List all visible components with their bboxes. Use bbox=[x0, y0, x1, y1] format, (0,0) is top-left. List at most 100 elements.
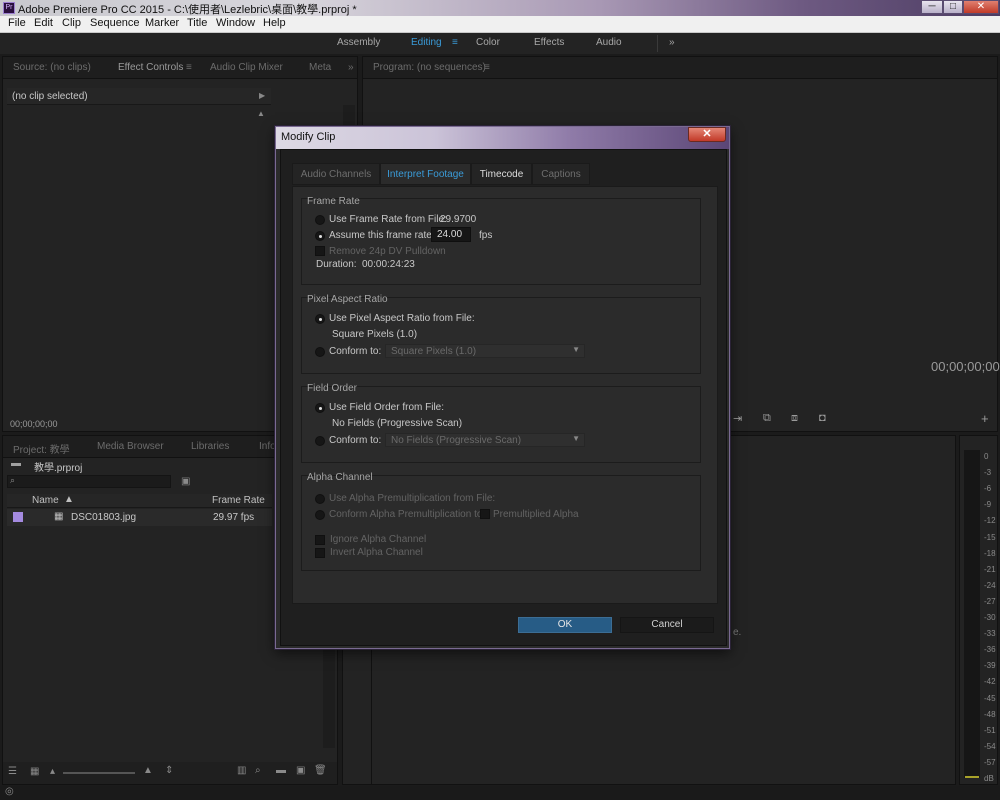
project-search-input[interactable]: ⌕ bbox=[7, 475, 171, 488]
minimize-button[interactable]: ─ bbox=[921, 0, 943, 14]
menu-file[interactable]: File bbox=[8, 17, 26, 29]
tab-audio-channels[interactable]: Audio Channels bbox=[292, 163, 380, 185]
tab-audio-clip-mixer[interactable]: Audio Clip Mixer bbox=[210, 62, 283, 73]
effect-controls-timecode: 00;00;00;00 bbox=[10, 419, 58, 429]
workspace-audio[interactable]: Audio bbox=[596, 37, 622, 48]
zoom-in-icon[interactable]: ▲ bbox=[143, 765, 153, 776]
audio-meter-tick: -33 bbox=[984, 629, 996, 639]
conform-par-label: Conform to: bbox=[329, 346, 382, 357]
effect-controls-menu-icon[interactable]: ≡ bbox=[186, 62, 192, 73]
ignore-alpha-checkbox[interactable] bbox=[315, 535, 325, 545]
tab-project[interactable]: Project: 教學 bbox=[13, 441, 70, 456]
new-bin-footer-icon[interactable]: ▬ bbox=[276, 765, 286, 776]
list-view-icon[interactable]: ☰ bbox=[8, 766, 17, 777]
audio-meter-tick: -36 bbox=[984, 645, 996, 655]
audio-meter-panel: 0 -3 -6 -9 -12 -15 -18 -21 -24 -27 -30 -33 -36 -39 -42… bbox=[959, 435, 998, 785]
interpret-footage-panel: Frame Rate Use Frame Rate from File: 29.… bbox=[292, 186, 718, 604]
extract-icon[interactable]: ⧈ bbox=[791, 412, 798, 425]
use-par-from-file-radio[interactable] bbox=[315, 314, 325, 324]
clear-trash-icon[interactable]: 🗑 bbox=[314, 765, 327, 776]
tab-interpret-footage[interactable]: Interpret Footage bbox=[380, 163, 471, 185]
audio-meter-tick: -57 bbox=[984, 757, 996, 767]
no-clip-label: (no clip selected) bbox=[12, 91, 88, 102]
use-field-order-from-file-radio[interactable] bbox=[315, 403, 325, 413]
conform-alpha-premult-radio[interactable] bbox=[315, 510, 325, 520]
menu-window[interactable]: Window bbox=[216, 17, 255, 29]
program-menu-icon[interactable]: ≡ bbox=[484, 62, 490, 73]
audio-meter-tick: -42 bbox=[984, 677, 996, 687]
tab-timecode[interactable]: Timecode bbox=[471, 163, 532, 185]
new-item-icon[interactable]: ▣ bbox=[296, 765, 305, 776]
audio-meter-tick: -30 bbox=[984, 613, 996, 622]
workspace-effects[interactable]: Effects bbox=[534, 37, 564, 48]
remove-pulldown-checkbox[interactable] bbox=[315, 246, 325, 256]
workspace-assembly[interactable]: Assembly bbox=[337, 37, 380, 48]
maximize-button[interactable]: □ bbox=[943, 0, 963, 14]
menu-bar: File Edit Clip Sequence Marker Title Win… bbox=[0, 16, 1000, 33]
workspace-overflow-icon[interactable]: » bbox=[669, 37, 675, 48]
sort-icons-icon[interactable]: ⇕ bbox=[165, 765, 173, 776]
lift-icon[interactable]: ⧉ bbox=[763, 412, 771, 425]
audio-meter-tick: -39 bbox=[984, 661, 996, 671]
frame-rate-input[interactable]: 24.00 bbox=[431, 227, 471, 242]
find-icon[interactable]: ⌕ bbox=[255, 765, 261, 776]
tab-info[interactable]: Info bbox=[259, 441, 276, 452]
tab-captions[interactable]: Captions bbox=[532, 163, 590, 185]
assume-frame-rate-radio[interactable] bbox=[315, 231, 325, 241]
use-alpha-premult-radio[interactable] bbox=[315, 494, 325, 504]
conform-field-order-dropdown[interactable]: No Fields (Progressive Scan) ▼ bbox=[385, 433, 585, 447]
column-name[interactable]: Name bbox=[32, 495, 59, 506]
invert-alpha-checkbox[interactable] bbox=[315, 548, 325, 558]
audio-meter-tick: -54 bbox=[984, 741, 996, 751]
menu-sequence[interactable]: Sequence bbox=[90, 17, 140, 29]
window-title: Adobe Premiere Pro CC 2015 - C:\使用者\Lezl… bbox=[18, 4, 357, 16]
conform-field-order-radio[interactable] bbox=[315, 436, 325, 446]
export-frame-camera-icon[interactable]: ◘ bbox=[819, 412, 826, 424]
cancel-button[interactable]: Cancel bbox=[620, 617, 714, 633]
menu-marker[interactable]: Marker bbox=[145, 17, 179, 29]
search-icon: ⌕ bbox=[10, 475, 16, 485]
file-par-value: Square Pixels (1.0) bbox=[332, 329, 418, 340]
project-item-row[interactable]: ▦ DSC01803.jpg 29.97 fps bbox=[7, 509, 272, 526]
scroll-up-icon[interactable]: ▲ bbox=[257, 109, 265, 118]
workspace-color[interactable]: Color bbox=[476, 37, 500, 48]
image-file-icon: ▦ bbox=[54, 511, 64, 522]
use-frame-rate-from-file-radio[interactable] bbox=[315, 215, 325, 225]
column-frame-rate[interactable]: Frame Rate bbox=[212, 495, 265, 506]
new-bin-icon[interactable]: ▣ bbox=[181, 476, 190, 487]
tab-media-browser[interactable]: Media Browser bbox=[97, 441, 164, 452]
workspace-editing[interactable]: Editing bbox=[411, 37, 442, 48]
label-color-swatch[interactable] bbox=[13, 512, 23, 522]
chevron-down-icon: ▼ bbox=[572, 345, 580, 354]
tab-program[interactable]: Program: (no sequences) bbox=[373, 62, 486, 73]
conform-par-radio[interactable] bbox=[315, 347, 325, 357]
zoom-out-icon[interactable]: ▴ bbox=[50, 766, 55, 777]
tab-metadata[interactable]: Meta bbox=[309, 62, 331, 73]
menu-help[interactable]: Help bbox=[263, 17, 286, 29]
automate-to-sequence-icon[interactable]: ▥ bbox=[237, 765, 246, 776]
audio-meter-tick: -3 bbox=[984, 468, 992, 478]
insert-icon[interactable]: ⇥ bbox=[733, 412, 742, 425]
zoom-slider[interactable] bbox=[63, 772, 135, 774]
conform-par-dropdown[interactable]: Square Pixels (1.0) ▼ bbox=[385, 344, 585, 358]
sort-ascending-icon[interactable]: ▲ bbox=[64, 494, 74, 505]
menu-edit[interactable]: Edit bbox=[34, 17, 53, 29]
dialog-title-bar[interactable]: Modify Clip ✕ bbox=[276, 127, 729, 149]
menu-clip[interactable]: Clip bbox=[62, 17, 81, 29]
tab-source[interactable]: Source: (no clips) bbox=[13, 62, 91, 73]
ok-button[interactable]: OK bbox=[518, 617, 612, 633]
premultiplied-alpha-checkbox[interactable] bbox=[480, 509, 490, 519]
tab-libraries[interactable]: Libraries bbox=[191, 441, 229, 452]
field-order-label: Field Order bbox=[307, 383, 358, 394]
icon-view-icon[interactable]: ▦ bbox=[30, 766, 39, 777]
add-button-icon[interactable]: + bbox=[981, 411, 989, 426]
file-field-order-value: No Fields (Progressive Scan) bbox=[332, 418, 463, 429]
dialog-close-button[interactable]: ✕ bbox=[688, 127, 726, 142]
tab-effect-controls[interactable]: Effect Controls bbox=[118, 62, 183, 73]
close-window-button[interactable]: ✕ bbox=[963, 0, 999, 14]
play-arrow-icon[interactable]: ▶ bbox=[259, 91, 265, 100]
panel-overflow-icon[interactable]: » bbox=[348, 62, 354, 73]
workspace-menu-icon[interactable]: ≡ bbox=[452, 37, 458, 48]
menu-title[interactable]: Title bbox=[187, 17, 207, 29]
program-tab-strip: Program: (no sequences) ≡ bbox=[363, 57, 997, 79]
